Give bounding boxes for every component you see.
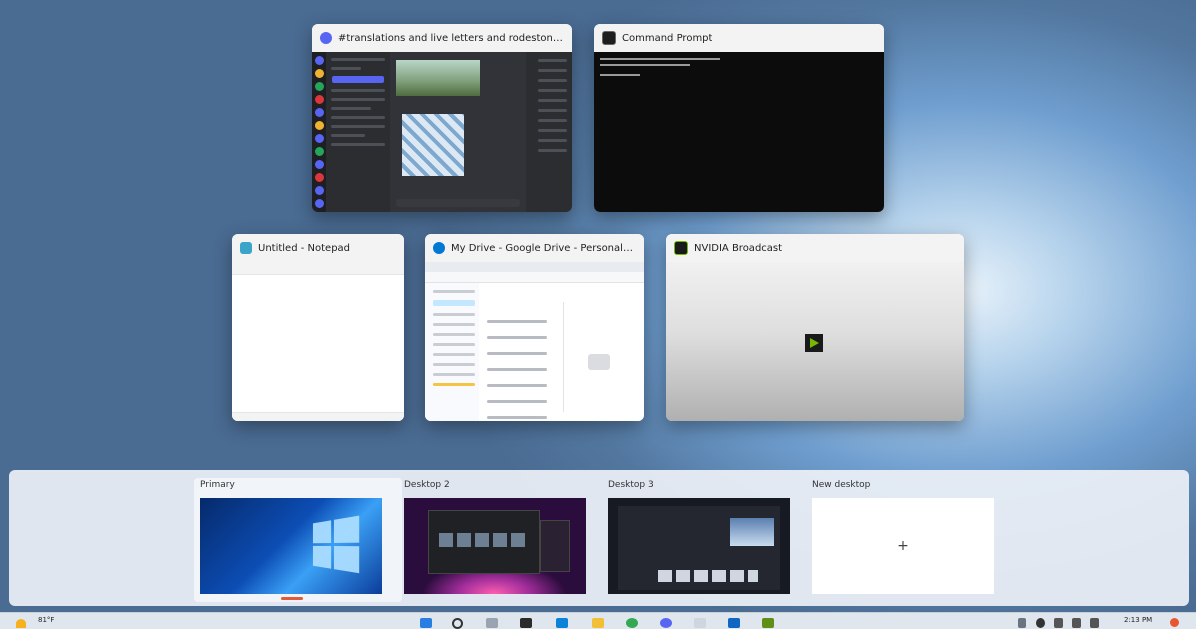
desktop-thumbnail	[608, 498, 790, 594]
desktop-label: Desktop 2	[404, 480, 450, 490]
window-titlebar: #translations and live letters and rodes…	[312, 24, 572, 52]
outlook-icon[interactable]	[728, 618, 740, 628]
desktop-thumbnail	[200, 498, 382, 594]
weather-icon[interactable]	[16, 619, 26, 628]
windows-logo-icon	[312, 515, 361, 574]
desktop-label: New desktop	[812, 480, 871, 490]
plus-icon: +	[897, 538, 909, 554]
weather-temp: 81°F	[38, 616, 55, 624]
search-icon[interactable]	[452, 618, 463, 629]
window-command-prompt[interactable]: Command Prompt	[594, 24, 884, 212]
window-preview	[312, 52, 572, 212]
desktop-2[interactable]: Desktop 2	[404, 478, 586, 594]
start-icon[interactable]	[420, 618, 432, 628]
window-preview	[232, 262, 404, 421]
window-title: My Drive - Google Drive - Personal - Mic…	[451, 242, 636, 254]
store-icon[interactable]	[694, 618, 706, 628]
desktop-primary[interactable]: Primary	[194, 478, 402, 602]
window-preview	[594, 52, 884, 212]
window-notepad[interactable]: Untitled - Notepad	[232, 234, 404, 421]
window-title: Command Prompt	[622, 32, 713, 44]
desktop-label: Desktop 3	[608, 480, 654, 490]
window-title: NVIDIA Broadcast	[694, 242, 783, 254]
window-preview	[666, 262, 964, 421]
window-titlebar: NVIDIA Broadcast	[666, 234, 964, 262]
nvidia-icon[interactable]	[762, 618, 774, 628]
active-desktop-indicator	[281, 597, 303, 600]
notification-icon[interactable]	[1170, 618, 1179, 627]
terminal-icon[interactable]	[520, 618, 532, 628]
volume-icon[interactable]	[1054, 618, 1063, 628]
edge-icon	[433, 242, 445, 254]
notepad-icon	[240, 242, 252, 254]
window-title: Untitled - Notepad	[258, 242, 351, 254]
chevron-up-icon[interactable]	[1018, 618, 1026, 628]
discord-icon[interactable]	[660, 618, 672, 628]
network-icon[interactable]	[1036, 618, 1045, 628]
window-titlebar: Command Prompt	[594, 24, 884, 52]
desktops-strip	[9, 470, 1189, 606]
discord-icon	[320, 32, 332, 44]
new-desktop[interactable]: New desktop +	[812, 478, 994, 594]
battery-icon[interactable]	[1072, 618, 1081, 628]
window-title: #translations and live letters and rodes…	[338, 32, 564, 44]
task-view-icon[interactable]	[486, 618, 498, 628]
nvidia-broadcast-logo-icon	[805, 334, 823, 352]
window-google-drive[interactable]: My Drive - Google Drive - Personal - Mic…	[425, 234, 644, 421]
window-discord[interactable]: #translations and live letters and rodes…	[312, 24, 572, 212]
file-explorer-icon[interactable]	[592, 618, 604, 628]
window-titlebar: Untitled - Notepad	[232, 234, 404, 262]
clock-time[interactable]: 2:13 PM	[1124, 616, 1152, 624]
display-icon[interactable]	[1090, 618, 1099, 628]
edge-icon[interactable]	[556, 618, 568, 628]
nvidia-icon	[674, 241, 688, 255]
desktop-thumbnail	[404, 498, 586, 594]
window-nvidia-broadcast[interactable]: NVIDIA Broadcast	[666, 234, 964, 421]
window-titlebar: My Drive - Google Drive - Personal - Mic…	[425, 234, 644, 262]
desktop-3[interactable]: Desktop 3	[608, 478, 790, 594]
new-desktop-button[interactable]: +	[812, 498, 994, 594]
chrome-icon[interactable]	[626, 618, 638, 628]
desktop-label: Primary	[200, 480, 235, 490]
terminal-icon	[602, 31, 616, 45]
window-preview	[425, 262, 644, 421]
